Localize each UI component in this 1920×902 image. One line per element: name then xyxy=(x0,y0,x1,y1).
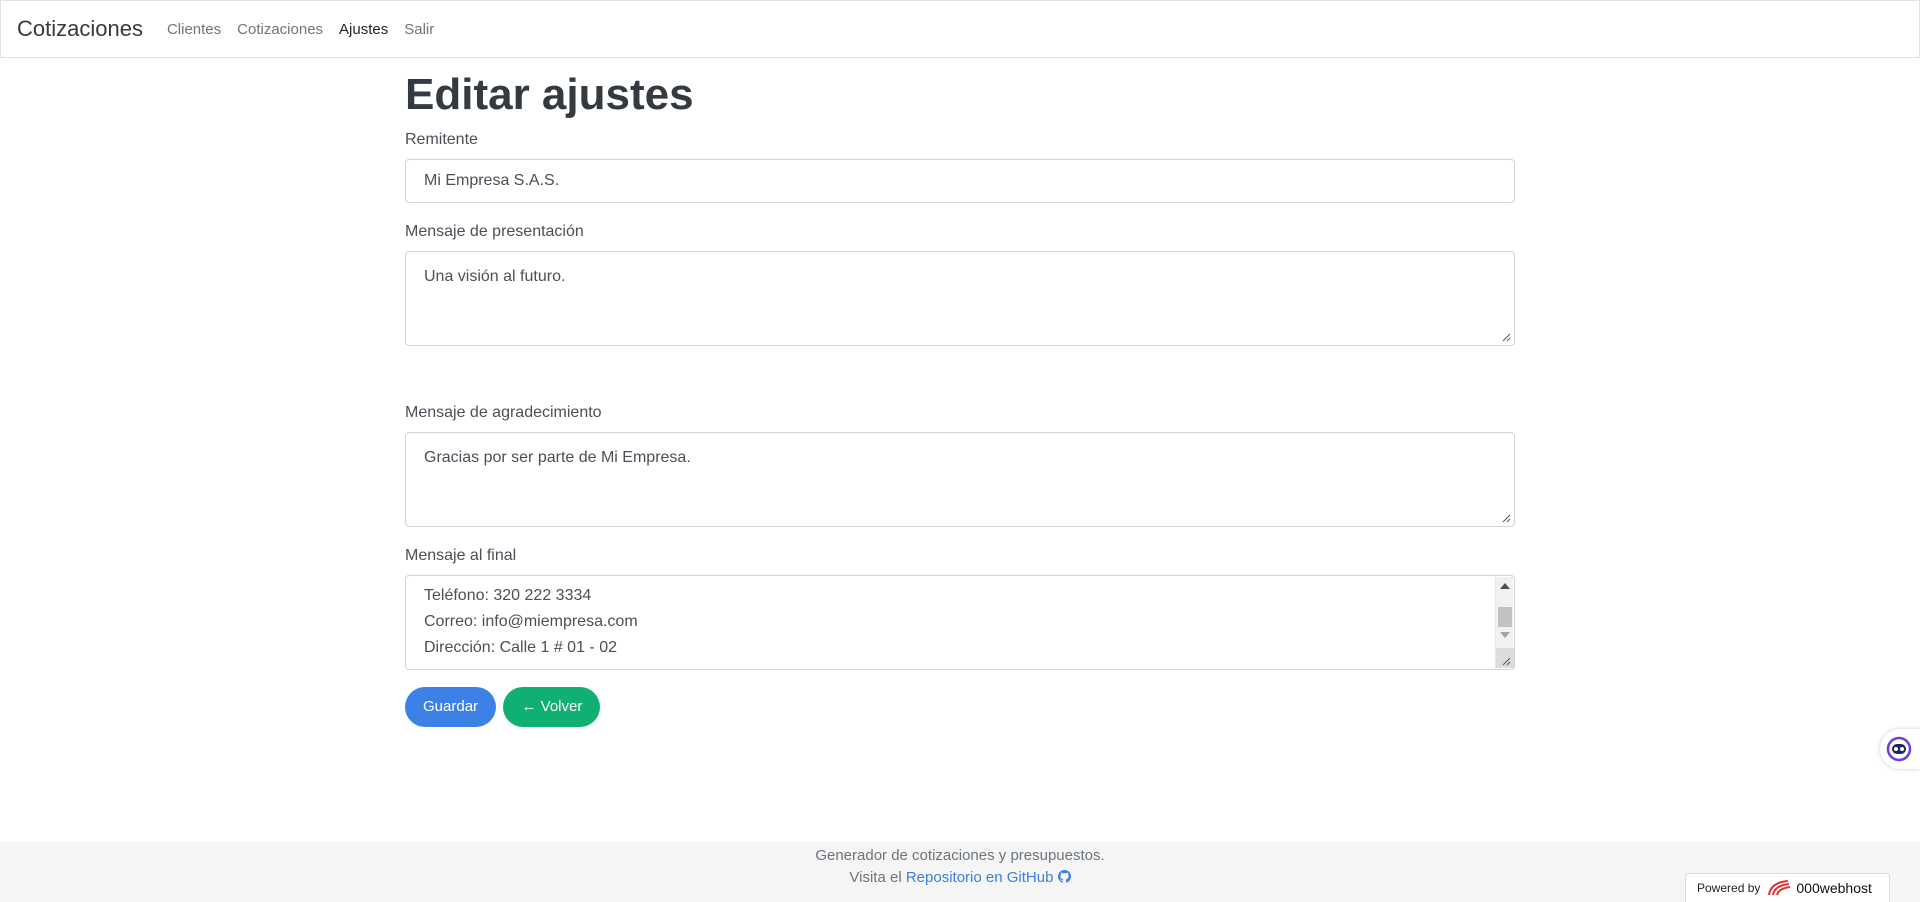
remitente-value: Mi Empresa S.A.S. xyxy=(424,172,560,189)
github-repo-link[interactable]: Repositorio en GitHub xyxy=(906,869,1071,886)
textarea-scrollbar[interactable] xyxy=(1495,577,1514,668)
nav-link-ajustes[interactable]: Ajustes xyxy=(339,21,388,38)
navbar-brand[interactable]: Cotizaciones xyxy=(17,16,143,42)
final-line: Dirección: Calle 1 # 01 - 02 xyxy=(424,639,617,656)
footer-repo-prefix: Visita el xyxy=(849,869,902,886)
agradecimiento-value: Gracias por ser parte de Mi Empresa. xyxy=(424,449,691,466)
save-button[interactable]: Guardar xyxy=(405,687,497,727)
nav-link-clientes[interactable]: Clientes xyxy=(167,21,221,38)
chatbot-button[interactable] xyxy=(1880,729,1920,769)
powered-by-brand: 000webhost xyxy=(1796,880,1872,896)
presentacion-textarea[interactable]: Una visión al futuro. xyxy=(405,251,1515,346)
final-line: Teléfono: 320 222 3334 xyxy=(424,587,592,604)
final-textarea[interactable]: Teléfono: 320 222 3334 Correo: info@miem… xyxy=(405,575,1515,670)
footer-repo-line: Visita el Repositorio en GitHub xyxy=(0,867,1920,889)
powered-by-prefix: Powered by xyxy=(1697,881,1761,895)
agradecimiento-label: Mensaje de agradecimiento xyxy=(405,404,602,421)
resize-grip-icon[interactable] xyxy=(1501,513,1511,523)
scroll-up-icon[interactable] xyxy=(1500,583,1510,589)
page-title: Editar ajustes xyxy=(405,70,694,119)
github-icon xyxy=(1057,870,1071,883)
agradecimiento-textarea[interactable]: Gracias por ser parte de Mi Empresa. xyxy=(405,432,1515,527)
footer-description: Generador de cotizaciones y presupuestos… xyxy=(815,847,1105,864)
resize-grip-icon[interactable] xyxy=(1501,656,1511,666)
presentacion-label: Mensaje de presentación xyxy=(405,223,584,240)
powered-by-badge[interactable]: Powered by 000webhost xyxy=(1685,873,1890,902)
scroll-thumb[interactable] xyxy=(1498,607,1512,627)
final-label: Mensaje al final xyxy=(405,547,517,564)
form-actions: Guardar ← Volver xyxy=(405,687,1515,727)
remitente-label: Remitente xyxy=(405,131,478,148)
nav-link-cotizaciones[interactable]: Cotizaciones xyxy=(237,21,323,38)
scroll-down-icon[interactable] xyxy=(1500,632,1510,638)
back-button[interactable]: ← Volver xyxy=(503,687,601,727)
remitente-input[interactable]: Mi Empresa S.A.S. xyxy=(405,159,1515,203)
final-line: Correo: info@miempresa.com xyxy=(424,613,638,630)
resize-grip-icon[interactable] xyxy=(1501,332,1511,342)
footer: Generador de cotizaciones y presupuestos… xyxy=(0,842,1920,902)
github-repo-link-text: Repositorio en GitHub xyxy=(905,869,1054,886)
nav-link-salir[interactable]: Salir xyxy=(404,21,434,38)
navbar: Cotizaciones Clientes Cotizaciones Ajust… xyxy=(0,0,1920,58)
presentacion-value: Una visión al futuro. xyxy=(424,268,566,285)
webhost-logo-icon xyxy=(1768,880,1791,896)
main-content: Editar ajustes Remitente Mi Empresa S.A.… xyxy=(405,58,1515,727)
chatbot-icon xyxy=(1886,736,1912,762)
